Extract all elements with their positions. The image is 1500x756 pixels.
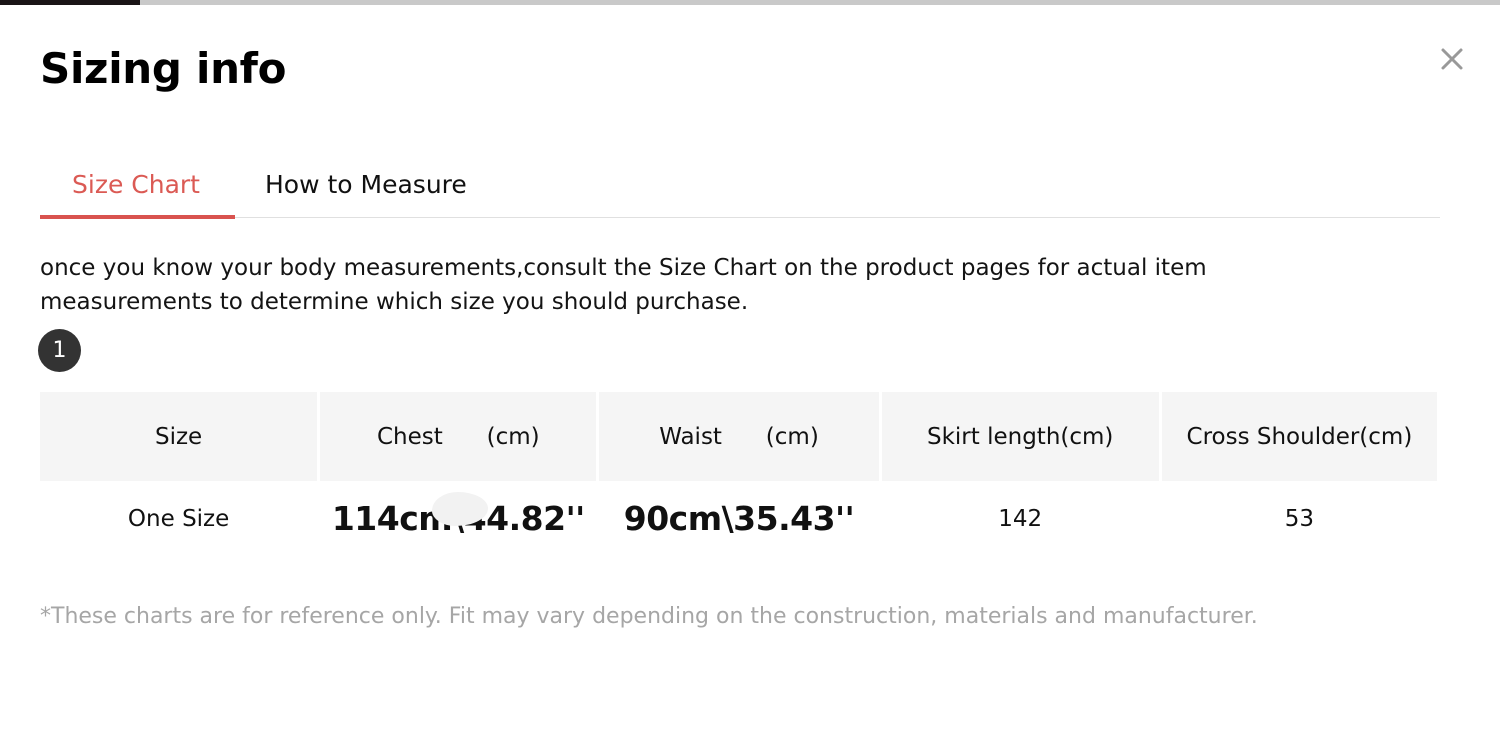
intro-text: once you know your body measurements,con…: [40, 255, 1207, 315]
table-cell-size: One Size: [127, 505, 230, 532]
table-row: One Size 114cm\44.82'' 90cm\35.43'' 142 …: [40, 481, 1437, 556]
sizing-info-modal: Sizing info Size Chart How to Measure on…: [0, 5, 1500, 756]
table-header-row: Size Chest (cm) Waist (cm) Skirt length(…: [40, 392, 1438, 481]
table-cell-skirt-length: 142: [998, 505, 1043, 532]
tab-bar: Size Chart How to Measure: [40, 155, 1440, 221]
table-header-cell-cross-shoulder: Cross Shoulder(cm): [1161, 392, 1438, 481]
footnote-disclaimer: *These charts are for reference only. Fi…: [40, 604, 1258, 629]
tab-active-indicator: [40, 215, 235, 219]
table-cell-chest: 114cm\44.82'': [331, 499, 585, 538]
table-cell-waist: 90cm\35.43'': [623, 499, 855, 538]
table-header-cell-size: Size: [40, 392, 318, 481]
step-badge: 1: [38, 329, 81, 372]
close-icon[interactable]: [1434, 41, 1470, 77]
tab-size-chart[interactable]: Size Chart: [72, 155, 200, 215]
tab-divider: [40, 217, 1440, 218]
table-cell-cross-shoulder: 53: [1284, 505, 1315, 532]
tab-how-to-measure[interactable]: How to Measure: [265, 155, 467, 215]
table-header-cell-waist: Waist (cm): [599, 392, 879, 481]
size-chart-table: Size Chest (cm) Waist (cm) Skirt length(…: [40, 392, 1438, 556]
page-title: Sizing info: [40, 44, 287, 93]
table-header-cell-chest: Chest (cm): [320, 392, 597, 481]
table-header-cell-skirt-length: Skirt length(cm): [881, 392, 1159, 481]
